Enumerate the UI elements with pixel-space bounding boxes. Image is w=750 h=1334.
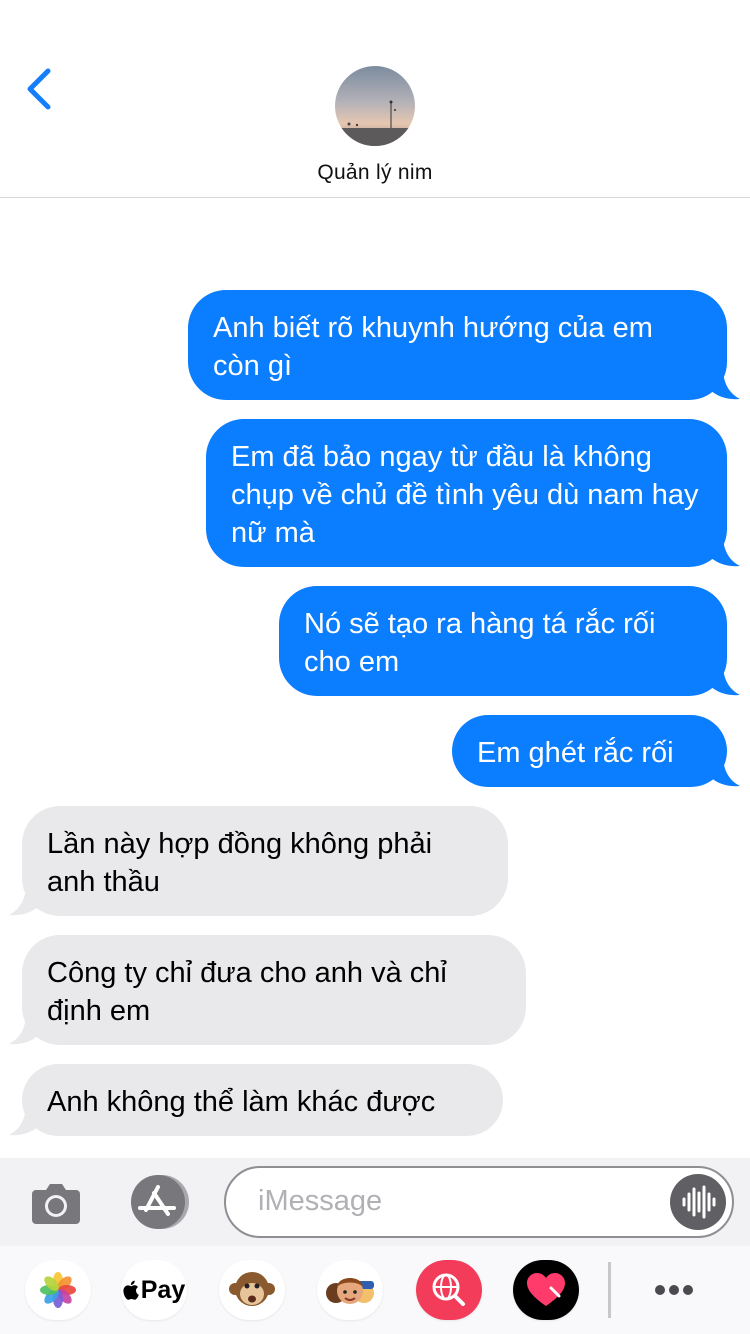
message-bubble-received[interactable]: Công ty chỉ đưa cho anh và chỉ định em <box>9 935 526 1045</box>
message-text: Công ty chỉ đưa cho anh và chỉ định em <box>47 957 447 1027</box>
back-button[interactable] <box>18 62 68 118</box>
camera-icon <box>32 1184 80 1224</box>
message-bubble-sent[interactable]: Em đã bảo ngay từ đầu là không chụp về c… <box>206 419 740 567</box>
message-text: Anh không thể làm khác được <box>47 1086 436 1118</box>
photos-icon <box>40 1272 76 1308</box>
apple-pay-icon <box>123 1280 139 1300</box>
more-dots-icon <box>655 1285 693 1295</box>
bubble-tail <box>710 535 740 567</box>
message-bubble-received[interactable]: Lần này hợp đồng không phải anh thầu <box>9 806 508 916</box>
photos-app-button[interactable] <box>25 1260 91 1320</box>
audio-message-button[interactable] <box>670 1174 726 1230</box>
more-apps-button[interactable] <box>642 1266 706 1314</box>
message-input-placeholder: iMessage <box>258 1185 383 1217</box>
message-text: Em ghét rắc rối <box>477 737 674 769</box>
message-bubble-received[interactable]: Anh không thể làm khác được <box>9 1064 503 1136</box>
animoji-button[interactable] <box>219 1260 285 1320</box>
monkey-icon <box>229 1272 275 1306</box>
message-bubble-sent[interactable]: Anh biết rõ khuynh hướng của em còn gì <box>188 290 740 400</box>
camera-button[interactable] <box>30 1182 82 1226</box>
bubble-tail <box>710 368 740 400</box>
globe-search-icon <box>416 1260 482 1320</box>
message-bubble-sent[interactable]: Nó sẽ tạo ra hàng tá rắc rối cho em <box>279 586 740 696</box>
bubble-tail <box>9 884 39 916</box>
contact-avatar[interactable] <box>335 66 415 146</box>
bubble-tail <box>710 755 740 787</box>
waveform-icon <box>682 1185 716 1219</box>
memoji-icon <box>326 1278 374 1304</box>
message-bubble-sent[interactable]: Em ghét rắc rối <box>452 715 740 787</box>
imessage-app-drawer: Pay <box>0 1246 750 1334</box>
contact-name[interactable]: Quản lý nim <box>0 161 750 185</box>
bubble-tail <box>9 1104 39 1136</box>
message-text: Anh biết rõ khuynh hướng của em còn gì <box>213 312 653 382</box>
memoji-stickers-button[interactable] <box>317 1260 383 1320</box>
avatar-photo <box>335 66 415 146</box>
bubble-tail <box>710 664 740 696</box>
apple-pay-button[interactable]: Pay <box>121 1260 187 1320</box>
app-store-button[interactable] <box>126 1174 192 1230</box>
message-text: Lần này hợp đồng không phải anh thầu <box>47 828 433 898</box>
drawer-divider <box>608 1262 611 1318</box>
message-text: Nó sẽ tạo ra hàng tá rắc rối cho em <box>304 608 656 678</box>
compose-bar: iMessage <box>0 1158 750 1246</box>
message-text: Em đã bảo ngay từ đầu là không chụp về c… <box>231 441 699 549</box>
conversation-header: Quản lý nim <box>0 0 750 198</box>
bubble-tail <box>9 1013 39 1045</box>
app-store-icon <box>131 1175 189 1229</box>
message-input[interactable]: iMessage <box>224 1166 734 1238</box>
heart-icon <box>513 1260 579 1320</box>
apple-pay-label: Pay <box>140 1275 186 1304</box>
images-search-button[interactable] <box>416 1260 482 1320</box>
digital-touch-button[interactable] <box>513 1260 579 1320</box>
chevron-left-icon <box>27 68 51 110</box>
